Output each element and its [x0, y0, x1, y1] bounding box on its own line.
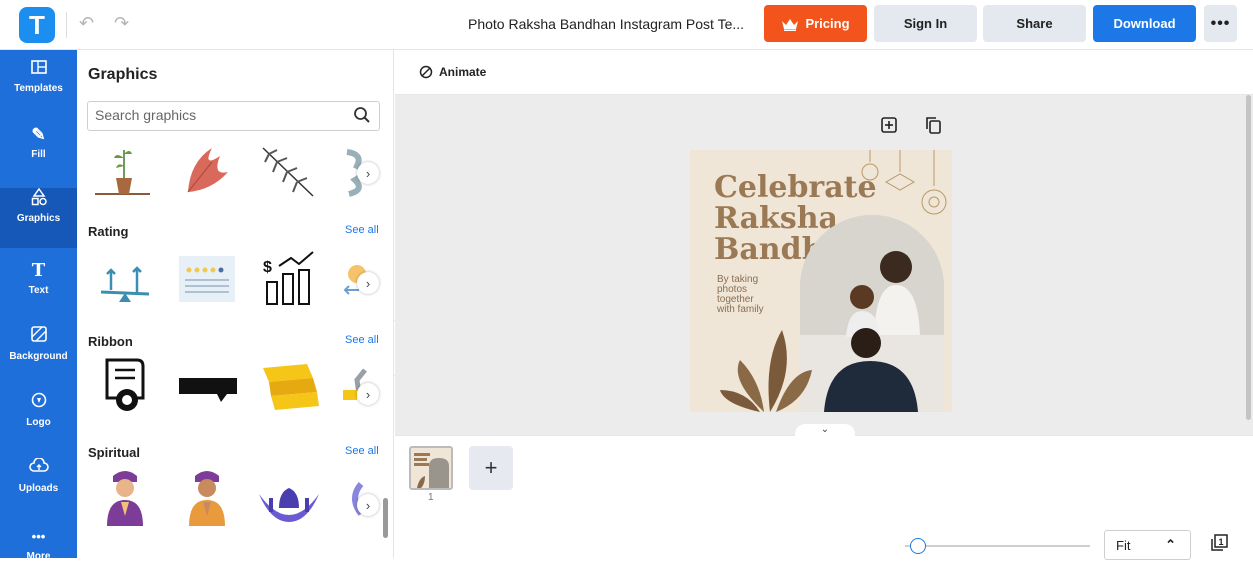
page-thumbnail-image: [411, 448, 451, 488]
scroll-right-button[interactable]: ›: [357, 383, 379, 405]
nav-item-background[interactable]: Background: [0, 326, 77, 388]
side-navigation: Templates ✎ Fill Graphics T Text Backgro…: [0, 50, 77, 562]
add-page-icon[interactable]: [880, 116, 898, 134]
search-box[interactable]: [87, 101, 380, 131]
sign-in-button[interactable]: Sign In: [874, 5, 977, 42]
more-icon: •••: [31, 529, 46, 544]
more-options-button[interactable]: •••: [1204, 5, 1237, 42]
nav-item-templates[interactable]: Templates: [0, 58, 77, 120]
nav-label: Templates: [14, 83, 63, 94]
nav-item-more[interactable]: ••• More: [0, 526, 77, 588]
balance-scale-graphic[interactable]: [93, 250, 157, 310]
duplicate-page-icon[interactable]: [924, 116, 942, 134]
graphics-panel: Graphics › Rating See all $ › Ribbon See…: [77, 50, 394, 558]
subcopy-line: with family: [717, 304, 764, 315]
yellow-ribbon-graphic[interactable]: [259, 358, 323, 418]
panel-title: Graphics: [88, 66, 158, 83]
crown-icon: [782, 18, 799, 31]
nav-label: Graphics: [16, 213, 61, 224]
redo-icon[interactable]: ↷: [114, 13, 129, 34]
animate-button[interactable]: Animate: [419, 65, 486, 79]
nav-label: Text: [28, 285, 49, 296]
see-all-rating-link[interactable]: See all: [345, 224, 379, 236]
nav-item-graphics[interactable]: Graphics: [0, 187, 77, 250]
nav-item-logo[interactable]: Logo: [0, 392, 77, 454]
palm-leaf-graphic[interactable]: [255, 142, 319, 202]
plant-pot-graphic[interactable]: [90, 142, 154, 202]
nav-label: Uploads: [18, 483, 59, 494]
scroll-right-button[interactable]: ›: [357, 162, 379, 184]
family-photo-image: [800, 215, 944, 412]
scroll-right-button[interactable]: ›: [357, 272, 379, 294]
pricing-label: Pricing: [805, 16, 850, 31]
chevron-right-icon: ›: [365, 497, 371, 513]
chevron-down-icon: ⌄: [820, 424, 830, 435]
red-leaf-graphic[interactable]: [172, 142, 236, 202]
animate-label: Animate: [439, 65, 487, 79]
divider: [66, 12, 67, 38]
search-icon[interactable]: [353, 106, 371, 124]
see-all-ribbon-link[interactable]: See all: [345, 334, 379, 346]
background-icon: [0, 326, 77, 348]
app-logo[interactable]: T: [19, 7, 55, 43]
hanging-ornaments-graphic: [861, 150, 947, 215]
nav-label: Fill: [31, 149, 46, 160]
expand-strip-button[interactable]: ⌄: [795, 424, 855, 438]
scroll-right-button[interactable]: ›: [357, 494, 379, 516]
lotus-leaves-graphic: [720, 330, 812, 412]
section-label-ribbon: Ribbon: [88, 334, 133, 349]
animate-icon: [419, 65, 433, 79]
add-page-button[interactable]: +: [469, 446, 513, 490]
page-count-icon[interactable]: 1: [1210, 534, 1228, 552]
praying-man-graphic[interactable]: [93, 468, 157, 528]
share-button[interactable]: Share: [983, 5, 1086, 42]
headline-line: Celebrate: [714, 170, 877, 205]
chevron-up-icon: ⌃: [1165, 537, 1176, 552]
chevron-right-icon: ›: [365, 275, 371, 291]
design-preview[interactable]: Celebrate Raksha Bandhan By taking photo…: [690, 150, 952, 412]
undo-icon[interactable]: ↶: [79, 13, 94, 34]
svg-text:1: 1: [1219, 537, 1224, 547]
certificate-badge-graphic[interactable]: [93, 358, 157, 418]
section-label-rating: Rating: [88, 224, 129, 239]
nav-item-text[interactable]: T Text: [0, 260, 77, 322]
download-button[interactable]: Download: [1093, 5, 1196, 42]
mosque-graphic[interactable]: [257, 466, 321, 526]
nav-item-uploads[interactable]: Uploads: [0, 457, 77, 520]
chevron-right-icon: ›: [365, 386, 371, 402]
zoom-slider-handle[interactable]: [910, 538, 926, 554]
chevron-right-icon: ›: [365, 165, 371, 181]
design-subcopy[interactable]: By taking photos together with family: [717, 275, 764, 315]
see-all-spiritual-link[interactable]: See all: [345, 445, 379, 457]
nav-item-fill[interactable]: ✎ Fill: [0, 124, 77, 186]
nav-label: Background: [9, 351, 68, 362]
nav-label: Logo: [26, 417, 51, 428]
svg-text:$: $: [263, 259, 272, 276]
family-photo[interactable]: [800, 215, 944, 412]
pencil-icon: ✎: [31, 125, 46, 144]
templates-icon: [0, 58, 77, 80]
panel-scrollbar[interactable]: [383, 498, 388, 538]
shapes-icon: [0, 187, 77, 210]
editor-toolbar: Animate: [395, 50, 1253, 95]
rating-card-graphic[interactable]: [175, 250, 239, 310]
search-input[interactable]: [95, 107, 345, 123]
nav-label: More: [26, 551, 51, 562]
section-label-spiritual: Spiritual: [88, 445, 141, 460]
zoom-value: Fit: [1116, 538, 1131, 553]
zoom-select[interactable]: Fit ⌃: [1104, 530, 1191, 560]
black-banner-graphic[interactable]: [177, 360, 241, 420]
praying-man-graphic-two[interactable]: [175, 468, 239, 528]
text-icon: T: [31, 260, 46, 281]
page-thumbnail[interactable]: [409, 446, 453, 490]
zoom-slider[interactable]: [905, 545, 1090, 547]
growth-chart-graphic[interactable]: $: [257, 248, 321, 308]
top-bar: T ↶ ↷ Photo Raksha Bandhan Instagram Pos…: [0, 0, 1253, 50]
pricing-button[interactable]: Pricing: [764, 5, 867, 42]
logo-icon: [0, 392, 77, 414]
page-number: 1: [428, 492, 434, 503]
upload-cloud-icon: [0, 457, 77, 480]
canvas-scrollbar[interactable]: [1246, 95, 1251, 420]
document-title[interactable]: Photo Raksha Bandhan Instagram Post Te..…: [468, 16, 744, 32]
